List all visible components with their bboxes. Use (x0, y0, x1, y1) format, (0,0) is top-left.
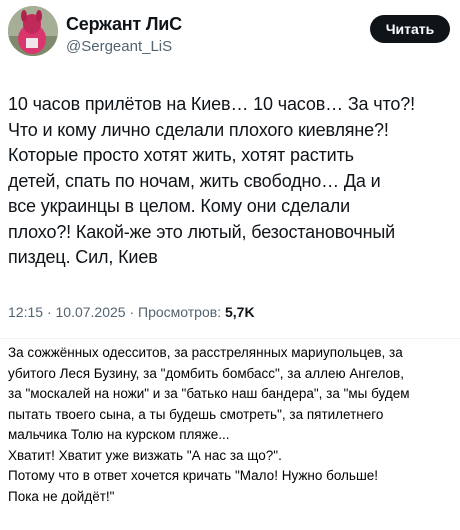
author-handle[interactable]: @Sergeant_LiS (66, 38, 172, 55)
caption-line: Потому что в ответ хочется кричать "Мало… (8, 468, 379, 483)
caption-line: За сожжённых одесситов, за расстрелянных… (8, 345, 403, 360)
tweet-header: Сержант ЛиС @Sergeant_LiS Читать (8, 6, 452, 62)
tweet-card: Сержант ЛиС @Sergeant_LiS Читать 10 часо… (0, 0, 460, 336)
caption-line: пытать твоего сына, а ты будешь смотреть… (8, 406, 384, 422)
caption-line: Хватит! Хватит уже визжать "А нас за що?… (8, 447, 282, 463)
tweet-text-line: Что и кому лично сделали плохого киевлян… (8, 119, 389, 140)
caption-line: мальчика Толю на курском пляже... (8, 427, 230, 442)
caption-line: убитого Леся Бузину, за "домбить бомбасс… (8, 365, 404, 381)
tweet-text-line: 10 часов прилётов на Киев… 10 часов… За … (8, 94, 415, 114)
meta-separator: · (129, 304, 139, 320)
tweet-text-line: плохо?! Какой-же это лютый, безостановоч… (8, 221, 396, 242)
tweet-text: 10 часов прилётов на Киев… 10 часов… За … (8, 92, 456, 271)
meta-separator: · (46, 304, 56, 320)
tweet-meta: 12:15 · 10.07.2025 · Просмотров: 5,7K (8, 304, 255, 320)
avatar[interactable] (8, 6, 58, 56)
tweet-text-line: пиздец. Сил, Киев (8, 247, 158, 267)
caption-line: Пока не дойдёт!" (8, 488, 115, 504)
tweet-text-line: детей, спать по ночам, жить свободно… Да… (8, 170, 381, 191)
avatar-image (8, 6, 58, 56)
views-count: 5,7K (224, 304, 255, 320)
tweet-date[interactable]: 10.07.2025 (56, 304, 126, 320)
author-name[interactable]: Сержант ЛиС (66, 14, 182, 35)
tweet-time[interactable]: 12:15 (8, 304, 43, 320)
caption-line: за "москалей на ножи" и за "батько наш б… (8, 386, 410, 401)
follow-button[interactable]: Читать (370, 15, 450, 43)
caption-text: За сожжённых одесситов, за расстрелянных… (8, 343, 458, 507)
divider (0, 338, 460, 339)
tweet-text-line: все украинцы в целом. Кому они сделали (8, 196, 351, 216)
views-label: Просмотров: (138, 304, 222, 320)
tweet-text-line: Которые просто хотят жить, хотят растить (8, 145, 354, 165)
